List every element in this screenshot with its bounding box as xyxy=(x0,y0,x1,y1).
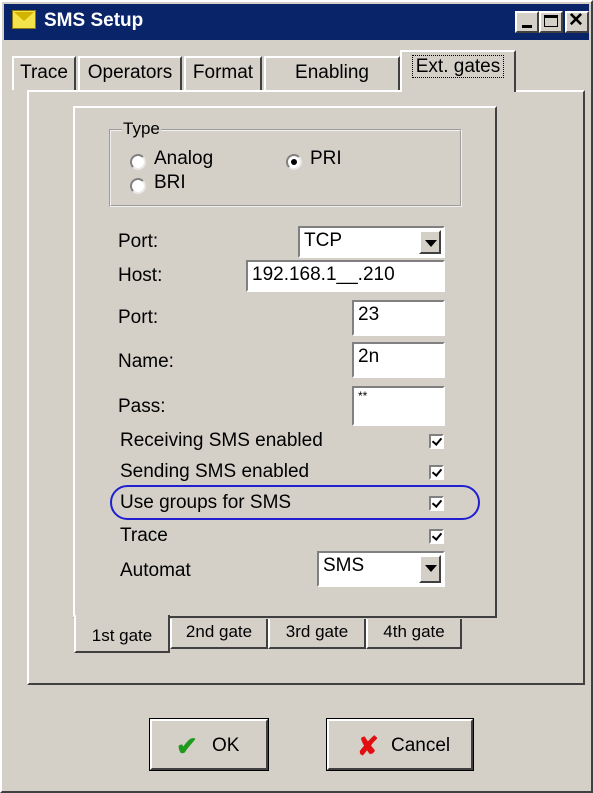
chevron-down-icon[interactable] xyxy=(419,230,441,254)
receiving-sms-checkbox[interactable] xyxy=(429,434,444,449)
minimize-icon xyxy=(522,25,532,28)
use-groups-checkbox[interactable] xyxy=(429,496,444,511)
sending-sms-checkbox[interactable] xyxy=(429,465,444,480)
maximize-icon xyxy=(544,15,558,27)
tab-format[interactable]: Format xyxy=(184,56,262,90)
trace-label[interactable]: Trace xyxy=(120,525,168,547)
close-icon: ✕ xyxy=(568,10,584,31)
tab-label: Format xyxy=(192,62,254,83)
radio-analog[interactable] xyxy=(130,154,146,170)
envelope-icon xyxy=(12,10,36,29)
host-label: Host: xyxy=(118,265,163,286)
port-number-label: Port: xyxy=(118,307,159,328)
receiving-sms-label[interactable]: Receiving SMS enabled xyxy=(120,430,323,452)
use-groups-label[interactable]: Use groups for SMS xyxy=(120,492,291,514)
tab-label: Trace xyxy=(20,62,68,83)
port-type-value: TCP xyxy=(304,230,342,251)
host-value: 192.168.1__.210 xyxy=(252,264,395,285)
tab-label: Operators xyxy=(87,62,173,83)
gate-tab-label: 1st gate xyxy=(91,626,153,645)
gate-tab-label: 3rd gate xyxy=(285,622,349,641)
automat-label: Automat xyxy=(120,560,191,581)
sending-sms-label[interactable]: Sending SMS enabled xyxy=(120,461,309,483)
radio-analog-label[interactable]: Analog xyxy=(154,148,213,170)
automat-select[interactable]: SMS xyxy=(317,551,445,587)
tab-trace[interactable]: Trace xyxy=(12,56,76,90)
automat-value: SMS xyxy=(323,555,365,576)
port-value: 23 xyxy=(358,304,380,325)
tab-1st-gate[interactable]: 1st gate xyxy=(74,615,170,653)
tab-operators[interactable]: Operators xyxy=(78,56,182,90)
trace-checkbox[interactable] xyxy=(429,529,444,544)
chevron-down-icon[interactable] xyxy=(419,555,441,583)
maximize-button[interactable] xyxy=(539,11,563,33)
cancel-label: Cancel xyxy=(391,735,451,756)
gate-tab-label: 4th gate xyxy=(383,622,445,641)
host-input[interactable]: 192.168.1__.210 xyxy=(246,260,445,292)
tab-label: Ext. gates xyxy=(411,55,505,78)
checkmark-icon: ✔ xyxy=(176,731,198,761)
radio-pri[interactable] xyxy=(286,154,302,170)
type-group-title: Type xyxy=(122,119,161,139)
cross-icon: ✘ xyxy=(357,731,379,761)
gate-tab-label: 2nd gate xyxy=(185,622,253,641)
title-bar[interactable]: SMS Setup ✕ xyxy=(4,4,589,40)
pass-value: ** xyxy=(358,389,368,403)
close-button[interactable]: ✕ xyxy=(565,10,589,33)
tab-3rd-gate[interactable]: 3rd gate xyxy=(268,619,366,649)
name-label: Name: xyxy=(118,351,174,372)
radio-pri-label[interactable]: PRI xyxy=(310,148,342,170)
cancel-button[interactable]: ✘ Cancel xyxy=(326,718,474,771)
port-input[interactable]: 23 xyxy=(352,300,445,336)
tab-enabling[interactable]: Enabling xyxy=(264,56,400,90)
tab-label: Enabling xyxy=(295,62,369,83)
minimize-button[interactable] xyxy=(515,11,539,33)
tab-ext-gates[interactable]: Ext. gates xyxy=(400,50,516,92)
radio-bri-label[interactable]: BRI xyxy=(154,172,186,194)
port-type-select[interactable]: TCP xyxy=(298,226,445,258)
name-input[interactable]: 2n xyxy=(352,342,445,378)
tab-2nd-gate[interactable]: 2nd gate xyxy=(170,619,268,649)
tab-4th-gate[interactable]: 4th gate xyxy=(366,619,462,649)
name-value: 2n xyxy=(358,346,380,367)
sms-setup-dialog: SMS Setup ✕ Trace Operators Format Enabl… xyxy=(0,0,593,793)
ok-button[interactable]: ✔ OK xyxy=(149,718,269,771)
window-title: SMS Setup xyxy=(44,10,144,31)
pass-label: Pass: xyxy=(118,396,166,417)
pass-input[interactable]: ** xyxy=(352,386,445,426)
ok-label: OK xyxy=(212,735,240,756)
radio-bri[interactable] xyxy=(130,178,146,194)
port-type-label: Port: xyxy=(118,231,159,252)
